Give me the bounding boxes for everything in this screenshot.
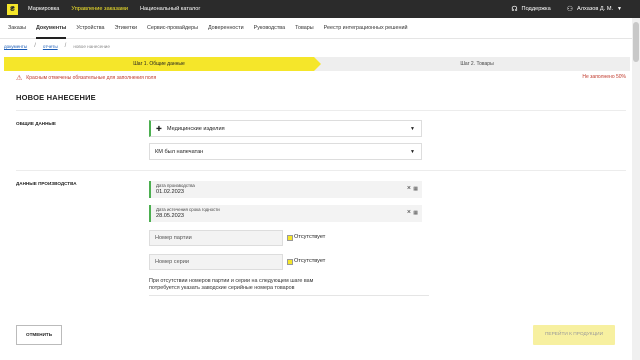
expiration-date-label: Дата истечения срока годности — [156, 207, 220, 212]
breadcrumb-separator: / — [34, 43, 36, 49]
calendar-icon[interactable]: ▦ — [413, 210, 418, 216]
page-title: НОВОЕ НАНЕСЕНИЕ — [16, 93, 96, 102]
tab-goods[interactable]: Товары — [295, 18, 314, 39]
product-group-select[interactable]: ✚ Медицинские изделия ▼ — [149, 120, 422, 137]
tab-orders[interactable]: Заказы — [8, 18, 26, 39]
divider — [16, 170, 626, 171]
divider — [149, 295, 429, 296]
bandage-icon: ✚ — [156, 125, 162, 133]
topbar-right: ☊ Поддержка ⚇ Алхазов Д. М. ▼ — [511, 0, 626, 18]
sub-navigation: Заказы Документы Устройства Этикетки Сер… — [0, 18, 632, 39]
caret-down-icon[interactable]: ▼ — [617, 6, 622, 12]
step-1[interactable]: Шаг 1. Общие данные — [4, 57, 314, 71]
expiration-date-field[interactable]: Дата истечения срока годности 28.05.2023… — [149, 205, 422, 222]
breadcrumb-current: новое нанесение — [73, 43, 110, 49]
hint-text: При отсутствии номеров партии и серии на… — [149, 278, 314, 291]
km-status-select[interactable]: КМ был напечатан ▼ — [149, 143, 422, 160]
warning-icon: ⚠ — [16, 75, 23, 82]
tab-guides[interactable]: Руководства — [254, 18, 286, 39]
tab-documents[interactable]: Документы — [36, 18, 67, 39]
scrollbar-track[interactable] — [632, 18, 640, 360]
chevron-down-icon: ▼ — [410, 125, 415, 132]
series-absent-label: Отсутствует — [294, 258, 326, 264]
production-date-field[interactable]: Дата производства 01.02.2023 × ▦ — [149, 181, 422, 198]
breadcrumb-separator: / — [64, 43, 67, 49]
fill-progress-text: Не заполнено 50% — [582, 74, 626, 80]
km-status-value: КМ был напечатан — [155, 148, 204, 155]
batch-absent-checkbox[interactable] — [287, 235, 293, 241]
series-absent-checkbox[interactable] — [287, 259, 293, 265]
batch-number-input[interactable]: Номер партии — [149, 230, 283, 246]
breadcrumb-documents[interactable]: документы — [4, 44, 27, 49]
topnav-national-catalog[interactable]: Национальный каталог — [140, 6, 200, 12]
tab-devices[interactable]: Устройства — [76, 18, 104, 39]
logo-icon: ₴ — [10, 5, 15, 13]
clear-icon[interactable]: × — [407, 209, 411, 216]
step-arrow — [314, 57, 321, 71]
production-date-value: 01.02.2023 — [156, 189, 184, 195]
calendar-icon[interactable]: ▦ — [413, 186, 418, 192]
topnav-marking[interactable]: Маркировка — [28, 6, 59, 12]
divider — [16, 110, 626, 111]
headset-icon: ☊ — [511, 6, 518, 13]
warning-text: Красным отмечены обязательные для заполн… — [26, 75, 157, 81]
step-progress: Шаг 1. Общие данные Шаг 2. Товары — [4, 57, 630, 71]
cancel-button[interactable]: ОТМЕНИТЬ — [16, 325, 62, 345]
next-step-button[interactable]: ПЕРЕЙТИ К ПРОДУКЦИИ — [533, 325, 615, 345]
tab-integration-registry[interactable]: Реестр интеграционных решений — [324, 18, 408, 39]
tab-power-of-attorney[interactable]: Доверенности — [208, 18, 244, 39]
product-group-value: Медицинские изделия — [166, 125, 225, 132]
clear-icon[interactable]: × — [407, 185, 411, 192]
tab-labels[interactable]: Этикетки — [115, 18, 137, 39]
topnav-orders-management[interactable]: Управление заказами — [71, 6, 128, 12]
series-number-input[interactable]: Номер серии — [149, 254, 283, 270]
section-production-title: ДАННЫЕ ПРОИЗВОДСТВА — [16, 181, 77, 186]
chevron-down-icon: ▼ — [410, 148, 415, 155]
production-date-label: Дата производства — [156, 183, 195, 188]
batch-absent-label: Отсутствует — [294, 234, 326, 240]
required-warning: ⚠ Красным отмечены обязательные для запо… — [16, 74, 156, 82]
support-link[interactable]: Поддержка — [522, 6, 551, 12]
breadcrumb: документы / отчеты / новое нанесение — [4, 43, 110, 49]
scrollbar-thumb[interactable] — [633, 22, 639, 62]
user-icon: ⚇ — [566, 6, 574, 13]
expiration-date-value: 28.05.2023 — [156, 213, 184, 219]
logo[interactable]: ₴ — [7, 3, 18, 15]
top-bar: ₴ Маркировка Управление заказами Национа… — [0, 0, 640, 18]
breadcrumb-reports[interactable]: отчеты — [43, 44, 58, 49]
user-menu[interactable]: Алхазов Д. М. — [577, 6, 613, 12]
section-general-title: ОБЩИЕ ДАННЫЕ — [16, 121, 56, 126]
tab-service-providers[interactable]: Сервис-провайдеры — [147, 18, 198, 39]
step-2[interactable]: Шаг 2. Товары — [324, 57, 630, 71]
